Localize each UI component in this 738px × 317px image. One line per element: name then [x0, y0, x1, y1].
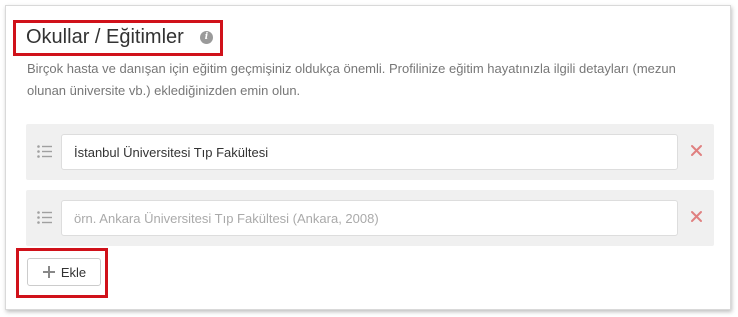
- remove-icon[interactable]: [690, 144, 703, 157]
- school-input[interactable]: [61, 134, 678, 170]
- school-row: [26, 124, 714, 180]
- school-input[interactable]: [61, 200, 678, 236]
- remove-icon[interactable]: [690, 210, 703, 223]
- drag-handle-icon[interactable]: [37, 145, 52, 158]
- info-icon[interactable]: i: [200, 31, 213, 44]
- section-title: Okullar / Eğitimler: [26, 26, 184, 48]
- plus-icon: [42, 266, 55, 278]
- add-button-label: Ekle: [60, 264, 87, 280]
- drag-handle-icon[interactable]: [37, 211, 52, 224]
- school-row: [26, 190, 714, 246]
- add-school-button[interactable]: Ekle: [27, 258, 101, 286]
- section-description: Birçok hasta ve danışan için eğitim geçm…: [27, 61, 676, 98]
